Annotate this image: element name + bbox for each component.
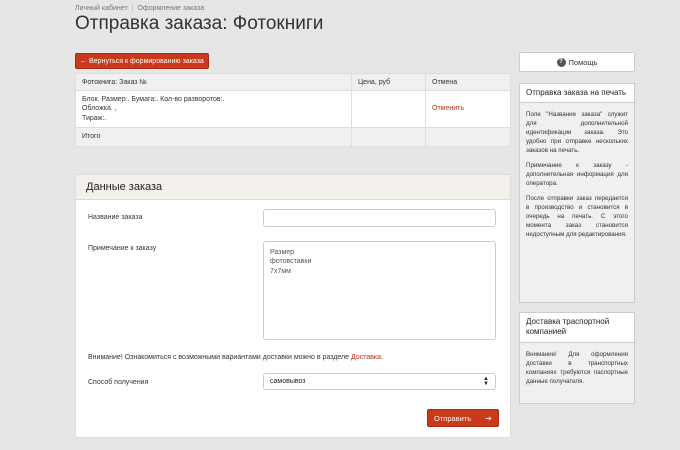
select-arrows-icon: ▲ ▼	[483, 375, 489, 387]
order-name-label: Название заказа	[88, 214, 143, 221]
item-line: Блок. Размер:. Бумага:. Кол-во разворото…	[82, 96, 225, 103]
breadcrumb-item-cabinet[interactable]: Личный кабинет	[75, 5, 128, 12]
item-line: Обложка. ,	[82, 105, 117, 113]
sidebar-paragraph: Внимание! Для оформления доставки в тран…	[526, 350, 628, 385]
item-description: Блок. Размер:. Бумага:. Кол-во разворото…	[75, 89, 352, 129]
breadcrumb-separator: |	[131, 5, 134, 12]
total-value	[351, 127, 426, 147]
sidebar-paragraph: Примечание к заказу - дополнительная инф…	[526, 162, 628, 188]
delivery-method-select[interactable]: самовывоз ▲ ▼	[263, 373, 496, 390]
sidebar-card-body: Поле "Название заказа" служит для дополн…	[520, 103, 634, 254]
help-label: Помощь	[568, 57, 598, 67]
total-row: Итого	[75, 127, 511, 147]
question-icon: ?	[556, 57, 566, 67]
notice-text: Внимание! Ознакомиться с возможными вари…	[88, 354, 351, 361]
total-label: Итого	[75, 127, 352, 147]
help-button[interactable]: ? Помощь	[519, 52, 635, 72]
sidebar-card-body: Внимание! Для оформления доставки в тран…	[520, 343, 634, 401]
delivery-notice: Внимание! Ознакомиться с возможными вари…	[88, 354, 383, 361]
sidebar-card-title: Отправка заказа на печать	[520, 84, 634, 104]
item-price	[351, 89, 426, 129]
order-form-card: Данные заказа Название заказа Примечание…	[75, 174, 511, 438]
total-empty-cell	[425, 127, 511, 147]
sidebar-card-delivery: Доставка траспортной компанией Внимание!…	[519, 312, 635, 404]
sidebar-card-print: Отправка заказа на печать Поле "Название…	[519, 83, 635, 303]
arrow-right-icon: ➔	[485, 413, 492, 423]
delivery-link[interactable]: Доставка	[351, 354, 381, 361]
breadcrumb-item-order: Оформление заказа	[137, 5, 205, 12]
delivery-method-label: Способ получения	[88, 379, 149, 386]
notice-end: .	[381, 354, 383, 361]
note-label: Примечание к заказу	[88, 245, 157, 252]
form-title: Данные заказа	[76, 175, 510, 200]
note-textarea[interactable]: Размер фотовставки 7х7мм	[263, 241, 496, 340]
breadcrumb: Личный кабинет | Оформление заказа	[75, 5, 204, 12]
cancel-link[interactable]: Отменить	[432, 105, 464, 112]
order-name-input[interactable]	[263, 209, 496, 227]
column-header-item: Фотокнига: Заказ №	[75, 73, 352, 91]
column-header-price: Цена, руб	[351, 73, 426, 91]
column-header-cancel: Отмена	[425, 73, 511, 91]
table-row: Блок. Размер:. Бумага:. Кол-во разворото…	[75, 89, 511, 129]
submit-button[interactable]: Отправить ➔	[427, 409, 499, 427]
sidebar-card-title: Доставка траспортной компанией	[520, 313, 634, 343]
sidebar-paragraph: Поле "Название заказа" служит для дополн…	[526, 111, 628, 155]
item-line: Тираж:.	[82, 114, 107, 122]
table-header-row: Фотокнига: Заказ № Цена, руб Отмена	[75, 73, 511, 91]
order-table: Фотокнига: Заказ № Цена, руб Отмена Блок…	[75, 73, 511, 147]
delivery-method-value: самовывоз	[270, 378, 306, 385]
page-title: Отправка заказа: Фотокниги	[75, 13, 324, 34]
submit-label: Отправить	[434, 413, 472, 423]
sidebar-paragraph: После отправки заказ передается в произв…	[526, 195, 628, 239]
back-to-order-button[interactable]: ← Вернуться к формированию заказа	[75, 53, 209, 69]
